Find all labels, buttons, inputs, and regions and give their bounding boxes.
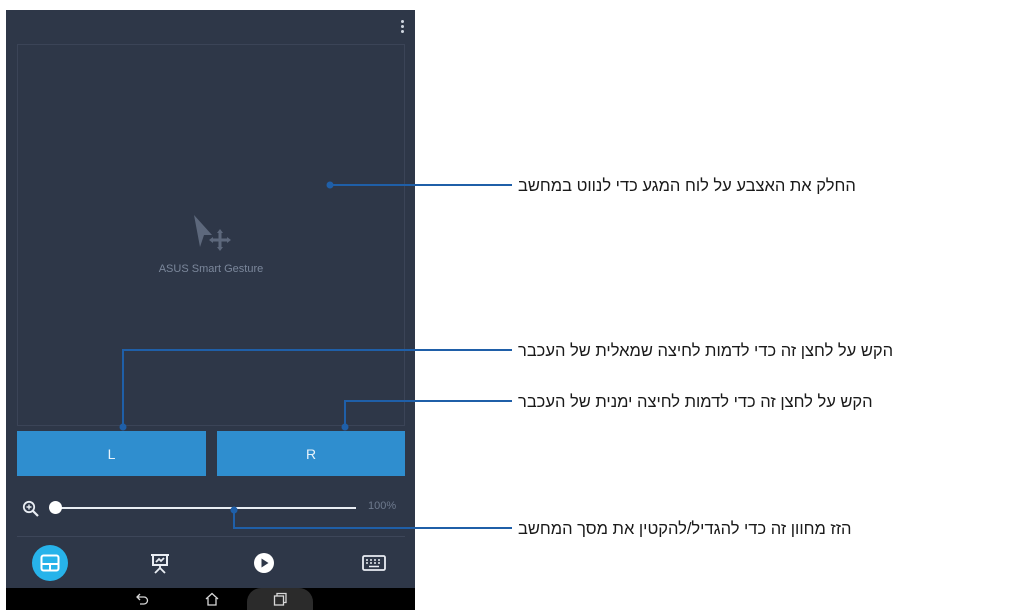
callout-line-zoom <box>233 510 512 529</box>
callout-dot-left-click <box>119 423 127 431</box>
callout-dot-zoom <box>230 506 238 514</box>
callout-line-left-click <box>122 349 512 427</box>
callout-dot-right-click <box>341 423 349 431</box>
callout-left-click: הקש על לחצן זה כדי לדמות לחיצה שמאלית של… <box>518 342 894 360</box>
callout-right-click: הקש על לחצן זה כדי לדמות לחיצה ימנית של … <box>518 393 873 411</box>
callout-lines <box>119 181 512 529</box>
callout-touchpad: החלק את האצבע על לוח המגע כדי לנווט במחש… <box>518 177 856 195</box>
callout-zoom: הזז מחוון זה כדי להגדיל/להקטין את מסך המ… <box>518 520 852 538</box>
callout-line-right-click <box>344 400 512 427</box>
callout-dot-touchpad <box>326 181 334 189</box>
